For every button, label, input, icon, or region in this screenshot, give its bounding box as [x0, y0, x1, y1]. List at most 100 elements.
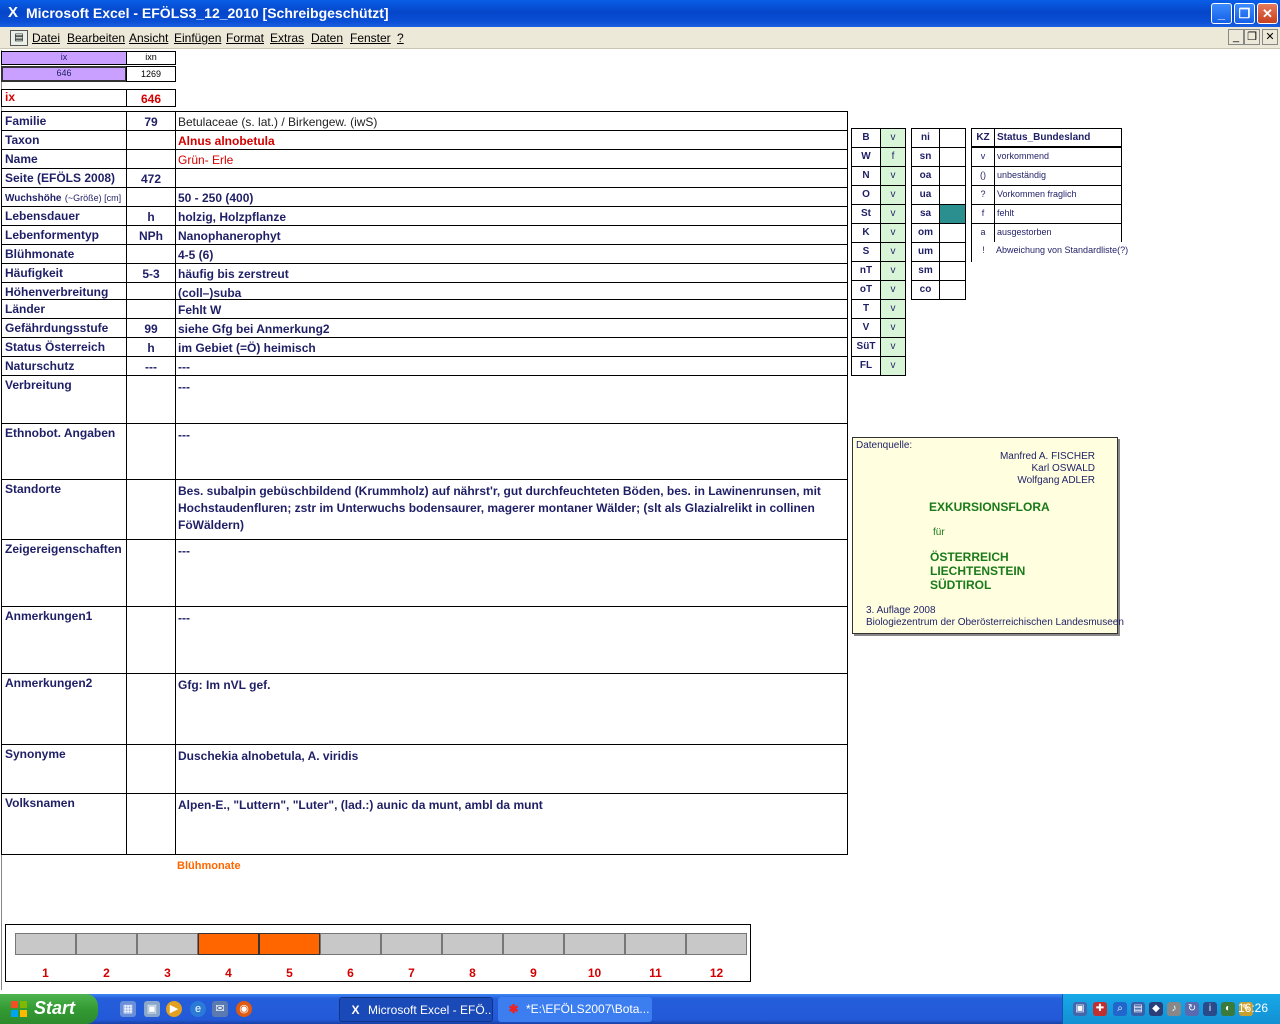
region-code-cell[interactable]: co — [911, 280, 940, 300]
row-value[interactable]: --- — [175, 356, 848, 376]
row-number[interactable] — [126, 149, 176, 169]
region-value-cell[interactable] — [939, 204, 966, 224]
row-label[interactable]: Anmerkungen2 — [1, 673, 127, 745]
state-status-cell[interactable]: v — [880, 280, 906, 300]
tray-app-icon[interactable]: ◐ — [1221, 1002, 1235, 1016]
taskbar-excel-task[interactable]: X Microsoft Excel - EFÖ... — [339, 997, 493, 1022]
menu-einfuegen[interactable]: Einfügen — [174, 31, 221, 45]
row-number[interactable] — [126, 539, 176, 607]
menu-bearbeiten[interactable]: Bearbeiten — [67, 31, 125, 45]
row-value[interactable]: holzig, Holzpflanze — [175, 206, 848, 226]
state-code-cell[interactable]: St — [851, 204, 881, 224]
state-status-cell[interactable]: v — [880, 166, 906, 186]
restore-button[interactable]: ❐ — [1234, 3, 1255, 24]
row-label[interactable]: Höhenverbreitung — [1, 282, 127, 300]
display-icon[interactable]: ▤ — [1131, 1002, 1145, 1016]
ix-value-cell[interactable]: 646 — [1, 66, 127, 82]
info-icon[interactable]: i — [1203, 1002, 1217, 1016]
row-label[interactable]: Familie — [1, 111, 127, 131]
state-code-cell[interactable]: K — [851, 223, 881, 243]
state-status-cell[interactable]: v — [880, 356, 906, 376]
row-label[interactable]: Standorte — [1, 479, 127, 540]
row-value[interactable]: im Gebiet (=Ö) heimisch — [175, 337, 848, 357]
state-code-cell[interactable]: S — [851, 242, 881, 262]
row-value[interactable]: 4-5 (6) — [175, 244, 848, 264]
menu-daten[interactable]: Daten — [311, 31, 343, 45]
quicklaunch-desktop-icon[interactable]: ▦ — [120, 1001, 136, 1017]
menu-help[interactable]: ? — [397, 31, 404, 45]
menu-ansicht[interactable]: Ansicht — [129, 31, 168, 45]
row-value[interactable]: siehe Gfg bei Anmerkung2 — [175, 318, 848, 338]
row-value[interactable]: --- — [175, 375, 848, 424]
region-code-cell[interactable]: om — [911, 223, 940, 243]
status-header[interactable]: Status_Bundesland — [994, 128, 1122, 147]
ixn-header-cell[interactable]: ixn — [126, 51, 176, 65]
state-code-cell[interactable]: FL — [851, 356, 881, 376]
region-code-cell[interactable]: ua — [911, 185, 940, 205]
region-value-cell[interactable] — [939, 128, 966, 148]
region-value-cell[interactable] — [939, 185, 966, 205]
state-code-cell[interactable]: nT — [851, 261, 881, 281]
region-code-cell[interactable]: um — [911, 242, 940, 262]
row-value[interactable] — [175, 168, 848, 188]
row-number[interactable] — [126, 187, 176, 207]
row-label[interactable]: Name — [1, 149, 127, 169]
document-icon[interactable]: ▤ — [10, 30, 28, 46]
row-value[interactable]: --- — [175, 539, 848, 607]
row-number[interactable] — [126, 282, 176, 300]
region-value-cell[interactable] — [939, 147, 966, 167]
region-value-cell[interactable] — [939, 261, 966, 281]
row-value[interactable]: Nanophanerophyt — [175, 225, 848, 245]
kz-status-cell[interactable]: unbeständig — [994, 166, 1122, 186]
network-icon[interactable]: ▣ — [1073, 1002, 1087, 1016]
region-code-cell[interactable]: sn — [911, 147, 940, 167]
kz-header[interactable]: KZ — [971, 128, 995, 147]
region-code-cell[interactable]: oa — [911, 166, 940, 186]
start-button[interactable]: Start — [0, 994, 98, 1024]
row-number[interactable] — [126, 606, 176, 674]
menu-fenster[interactable]: Fenster — [350, 31, 391, 45]
state-status-cell[interactable]: v — [880, 128, 906, 148]
region-code-cell[interactable]: ni — [911, 128, 940, 148]
row-number[interactable]: NPh — [126, 225, 176, 245]
state-status-cell[interactable]: v — [880, 299, 906, 319]
row-value[interactable]: --- — [175, 606, 848, 674]
state-status-cell[interactable]: v — [880, 204, 906, 224]
row-label[interactable]: Lebenformentyp — [1, 225, 127, 245]
menu-format[interactable]: Format — [226, 31, 264, 45]
data-source-box[interactable]: Datenquelle: Manfred A. FISCHER Karl OSW… — [852, 437, 1124, 634]
row-label[interactable]: Länder — [1, 299, 127, 319]
state-code-cell[interactable]: B — [851, 128, 881, 148]
region-value-cell[interactable] — [939, 280, 966, 300]
state-status-cell[interactable]: v — [880, 185, 906, 205]
shield-icon[interactable]: ◆ — [1149, 1002, 1163, 1016]
row-label[interactable]: Volksnamen — [1, 793, 127, 855]
state-code-cell[interactable]: oT — [851, 280, 881, 300]
update-icon[interactable]: ↻ — [1185, 1002, 1199, 1016]
kz-code-cell[interactable]: ? — [971, 185, 995, 205]
quicklaunch-explorer-icon[interactable]: ▣ — [144, 1001, 160, 1017]
row-value[interactable]: --- — [175, 423, 848, 480]
region-code-cell[interactable]: sm — [911, 261, 940, 281]
row-label[interactable]: Verbreitung — [1, 375, 127, 424]
state-status-cell[interactable]: f — [880, 147, 906, 167]
kz-status-cell[interactable]: fehlt — [994, 204, 1122, 224]
row-number[interactable] — [126, 744, 176, 794]
ix-label-cell[interactable]: ix — [1, 89, 127, 107]
region-code-cell[interactable]: sa — [911, 204, 940, 224]
row-number[interactable] — [126, 130, 176, 150]
row-number[interactable]: h — [126, 337, 176, 357]
quicklaunch-mail-icon[interactable]: ✉ — [212, 1001, 228, 1017]
row-number[interactable] — [126, 793, 176, 855]
row-label[interactable]: Ethnobot. Angaben — [1, 423, 127, 480]
row-value[interactable]: Gfg: Im nVL gef. — [175, 673, 848, 745]
state-code-cell[interactable]: SüT — [851, 337, 881, 357]
kz-code-cell[interactable]: v — [971, 147, 995, 167]
ixn-value-cell[interactable]: 1269 — [126, 66, 176, 82]
row-label[interactable]: Wuchshöhe (~Größe) [cm] — [1, 187, 127, 207]
state-code-cell[interactable]: N — [851, 166, 881, 186]
kz-status-cell[interactable]: ausgestorben — [994, 223, 1122, 243]
row-number[interactable] — [126, 375, 176, 424]
volume-icon[interactable]: ♪ — [1167, 1002, 1181, 1016]
region-value-cell[interactable] — [939, 166, 966, 186]
